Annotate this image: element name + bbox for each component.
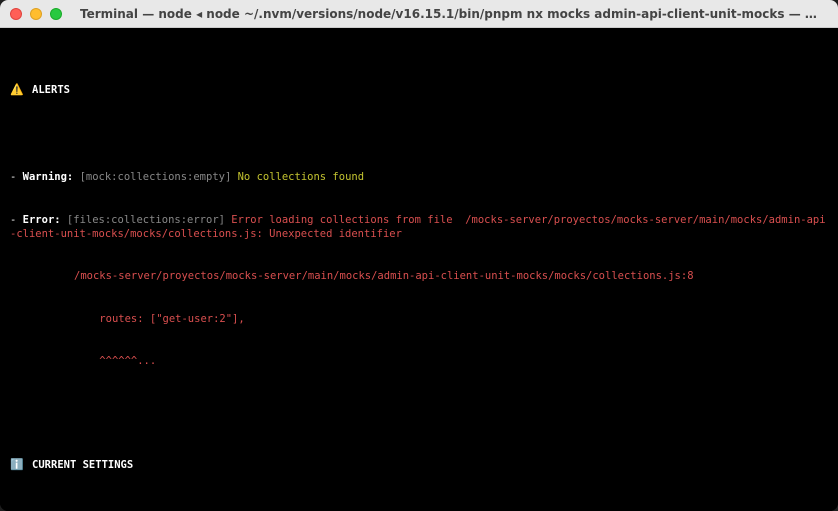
error-label: Error:	[23, 214, 61, 226]
alerts-header: ⚠️ ALERTS	[10, 83, 828, 98]
alerts-title: ALERTS	[32, 84, 70, 96]
window-title: Terminal — node ◂ node ~/.nvm/versions/n…	[80, 7, 818, 21]
error-trace-2: routes: ["get-user:2"],	[10, 312, 828, 326]
traffic-lights	[10, 8, 62, 20]
error-trace-1: /mocks-server/proyectos/mocks-server/mai…	[10, 269, 828, 283]
maximize-icon[interactable]	[50, 8, 62, 20]
warning-message: No collections found	[238, 171, 364, 183]
alert-error-line: Error: [files:collections:error] Error l…	[10, 213, 828, 241]
titlebar[interactable]: Terminal — node ◂ node ~/.nvm/versions/n…	[0, 0, 838, 28]
error-message: Error loading collections from file	[231, 214, 452, 226]
settings-header: ℹ️ CURRENT SETTINGS	[10, 458, 828, 473]
error-tag: [files:collections:error]	[67, 214, 225, 226]
error-trace-3: ^^^^^^...	[10, 354, 828, 368]
warning-icon: ⚠️	[10, 83, 24, 96]
terminal-window: Terminal — node ◂ node ~/.nvm/versions/n…	[0, 0, 838, 511]
info-icon: ℹ️	[10, 458, 24, 471]
terminal-body[interactable]: ⚠️ ALERTS Warning: [mock:collections:emp…	[0, 28, 838, 511]
warning-label: Warning:	[23, 171, 74, 183]
minimize-icon[interactable]	[30, 8, 42, 20]
close-icon[interactable]	[10, 8, 22, 20]
alert-warning-line: Warning: [mock:collections:empty] No col…	[10, 170, 828, 184]
warning-tag: [mock:collections:empty]	[80, 171, 232, 183]
settings-title: CURRENT SETTINGS	[32, 459, 133, 471]
